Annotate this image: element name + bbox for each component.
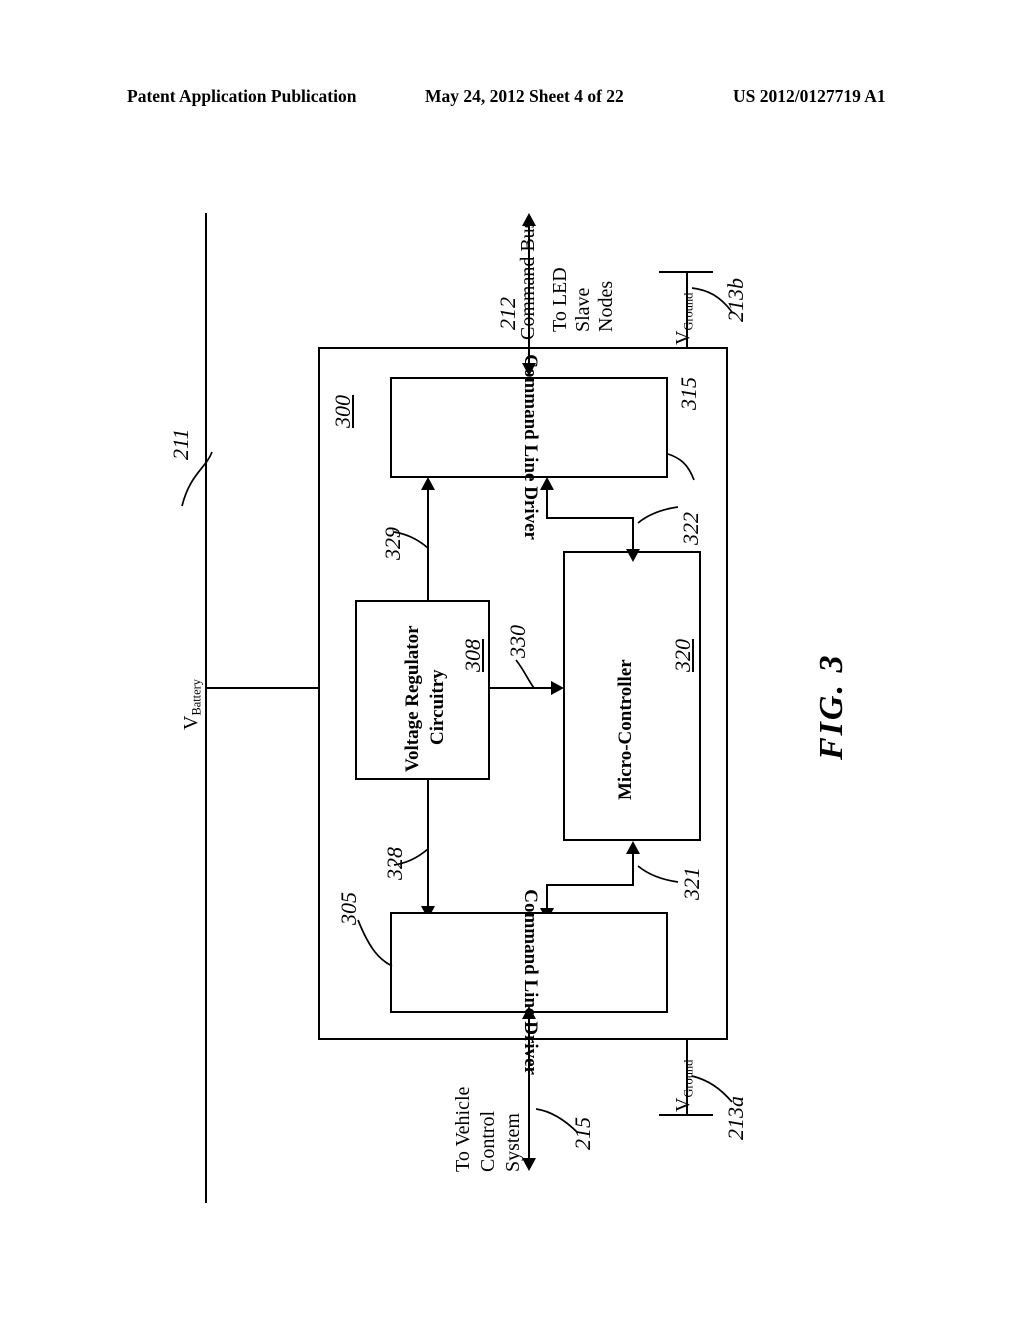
ref-328: 328: [382, 847, 407, 880]
ref-213b: 213b: [723, 278, 748, 322]
ref-211: 211: [168, 428, 193, 460]
ref-330-leader: [515, 659, 535, 689]
line-321-seg-horiz: [546, 884, 634, 886]
figure-drawing: 211 VBattery 300 Command Line Driver 315…: [0, 0, 1024, 1320]
ref-322: 322: [678, 512, 703, 545]
to-vehicle-label-line2: Control: [477, 1110, 499, 1172]
command-bus-label: Command Bus: [517, 220, 539, 340]
v-battery-subscript: Battery: [189, 679, 204, 716]
line-321-seg-up: [632, 853, 634, 886]
ref-322-leader: [637, 506, 679, 524]
ref-315-leader: [667, 453, 695, 481]
ref-321-leader: [637, 865, 679, 883]
ref-215: 215: [570, 1117, 595, 1150]
vehicle-bus-arrowhead-up: [522, 1006, 536, 1019]
ref-329: 329: [380, 527, 405, 560]
voltage-regulator-label-line1: Voltage Regulator: [402, 625, 423, 772]
line-322-seg-down: [632, 518, 634, 552]
command-bus-arrowhead-down: [522, 363, 536, 376]
line-322-arrowhead-down: [626, 549, 640, 562]
v-battery-label: VBattery: [180, 679, 204, 730]
ref-330: 330: [505, 625, 530, 658]
line-329-arrowhead: [421, 477, 435, 490]
ground-top-bar: [659, 271, 713, 273]
to-led-label-line3: Nodes: [595, 280, 617, 332]
command-line-driver-bottom-label: Command Line Driver: [520, 889, 542, 1075]
ref-213a: 213a: [723, 1096, 748, 1140]
ref-321: 321: [679, 867, 704, 900]
v-battery-v: V: [180, 715, 202, 730]
to-led-label-line2: Slave: [572, 287, 594, 332]
micro-controller-label: Micro-Controller: [615, 659, 636, 800]
figure-caption: FIG. 3: [813, 653, 850, 760]
line-322-seg-up: [546, 489, 548, 518]
line-321-arrowhead-up: [626, 841, 640, 854]
line-322-arrowhead-up: [540, 477, 554, 490]
line-328: [427, 779, 429, 909]
to-vehicle-label-line1: To Vehicle: [452, 1086, 474, 1172]
battery-rail-line: [205, 213, 207, 1203]
ref-305-leader: [357, 919, 393, 967]
ref-315: 315: [676, 377, 701, 410]
ref-320: 320: [670, 639, 695, 672]
vehicle-bus-line: [528, 1016, 530, 1168]
line-322-seg-horiz: [546, 517, 634, 519]
command-line-driver-top-label: Command Line Driver: [520, 354, 542, 540]
ref-308: 308: [460, 639, 485, 672]
voltage-regulator-label-line2: Circuitry: [427, 669, 448, 745]
ref-305: 305: [336, 892, 361, 925]
ref-300: 300: [330, 395, 355, 428]
ground-top-v: V: [672, 330, 694, 345]
to-vehicle-label-line3: System: [502, 1113, 524, 1172]
ground-bottom-bar: [659, 1114, 713, 1116]
to-led-label-line1: To LED: [549, 267, 571, 332]
